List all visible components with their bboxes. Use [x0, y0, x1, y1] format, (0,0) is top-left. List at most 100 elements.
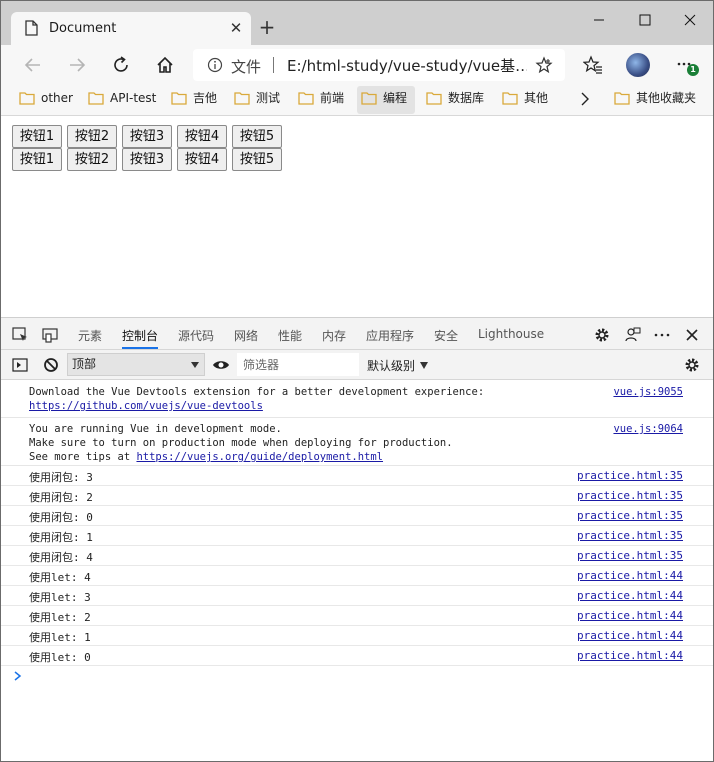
- bookmark-label: 编程: [383, 91, 408, 105]
- filter-input[interactable]: [237, 353, 359, 376]
- close-window-icon[interactable]: [680, 11, 700, 29]
- bookmark-folder-frontend[interactable]: 前端: [294, 86, 344, 114]
- button-1[interactable]: 按钮1: [12, 125, 62, 148]
- settings-gear-icon[interactable]: [593, 326, 611, 344]
- chevron-right-icon[interactable]: [579, 92, 591, 106]
- document-icon: [25, 20, 38, 36]
- log-levels-dropdown[interactable]: 默认级别: [367, 357, 429, 374]
- tab-network[interactable]: 网络: [234, 327, 258, 344]
- sidebar-toggle-icon[interactable]: [11, 356, 29, 374]
- tab-security[interactable]: 安全: [434, 327, 458, 344]
- device-emulation-icon[interactable]: [41, 326, 59, 344]
- log-text: 使用let: 1: [29, 631, 91, 644]
- favorites-icon[interactable]: [583, 55, 603, 75]
- tab-memory[interactable]: 内存: [322, 327, 346, 344]
- message-text: See more tips at: [29, 451, 137, 463]
- log-source-link[interactable]: practice.html:44: [577, 589, 683, 602]
- tab-strip: Document ✕ +: [1, 1, 713, 45]
- context-selector[interactable]: 顶部: [67, 353, 205, 376]
- log-text: 使用闭包: 2: [29, 491, 93, 504]
- more-options-icon[interactable]: [653, 326, 671, 344]
- message-source-link[interactable]: vue.js:9064: [613, 422, 683, 436]
- close-tab-icon[interactable]: ✕: [229, 20, 243, 36]
- button-3[interactable]: 按钮3: [122, 125, 172, 148]
- folder-icon: [234, 92, 250, 105]
- address-bar[interactable]: 文件 E:/html-study/vue-study/vue基…: [193, 49, 565, 81]
- bookmark-folder-api-test[interactable]: API-test: [84, 86, 156, 114]
- tab-console[interactable]: 控制台: [122, 327, 158, 344]
- tab-elements[interactable]: 元素: [78, 327, 102, 344]
- console-settings-gear-icon[interactable]: [683, 356, 701, 374]
- button-4[interactable]: 按钮4: [177, 148, 227, 171]
- refresh-icon[interactable]: [110, 54, 132, 76]
- log-source-link[interactable]: practice.html:44: [577, 569, 683, 582]
- minimize-icon[interactable]: [589, 11, 609, 29]
- url-text[interactable]: E:/html-study/vue-study/vue基…: [287, 55, 527, 76]
- button-4[interactable]: 按钮4: [177, 125, 227, 148]
- log-source-link[interactable]: practice.html:35: [577, 489, 683, 502]
- log-text: 使用闭包: 1: [29, 531, 93, 544]
- log-source-link[interactable]: practice.html:35: [577, 549, 683, 562]
- message-source-link[interactable]: vue.js:9055: [613, 385, 683, 399]
- new-tab-icon[interactable]: +: [258, 17, 276, 37]
- bookmark-folder-other[interactable]: other: [15, 86, 73, 114]
- info-icon[interactable]: [207, 57, 223, 73]
- log-text: 使用let: 2: [29, 611, 91, 624]
- tab-sources[interactable]: 源代码: [178, 327, 214, 344]
- log-source-link[interactable]: practice.html:44: [577, 629, 683, 642]
- inspect-element-icon[interactable]: [11, 326, 29, 344]
- home-icon[interactable]: [154, 54, 176, 76]
- log-source-link[interactable]: practice.html:35: [577, 469, 683, 482]
- folder-icon: [614, 92, 630, 105]
- tab-lighthouse[interactable]: Lighthouse: [478, 327, 544, 341]
- back-icon[interactable]: [22, 54, 44, 76]
- console-prompt-icon[interactable]: [13, 670, 23, 682]
- log-row: 使用let: 3 practice.html:44: [1, 586, 713, 606]
- close-devtools-icon[interactable]: [683, 326, 701, 344]
- log-levels-label: 默认级别: [367, 359, 416, 373]
- tab-application[interactable]: 应用程序: [366, 327, 414, 344]
- bookmark-folder-database[interactable]: 数据库: [422, 86, 484, 114]
- context-value: 顶部: [72, 357, 97, 371]
- update-badge: 1: [687, 64, 699, 76]
- bookmark-folder-others[interactable]: 其他: [498, 86, 548, 114]
- folder-icon: [502, 92, 518, 105]
- log-row: 使用let: 0 practice.html:44: [1, 646, 713, 666]
- log-source-link[interactable]: practice.html:44: [577, 649, 683, 662]
- console-output: Download the Vue Devtools extension for …: [1, 381, 713, 761]
- profile-avatar[interactable]: [626, 53, 650, 77]
- tab-document[interactable]: Document ✕: [11, 12, 251, 45]
- log-source-link[interactable]: practice.html:44: [577, 609, 683, 622]
- bookmark-folder-other-favorites[interactable]: 其他收藏夹: [610, 86, 696, 114]
- message-text: Download the Vue Devtools extension for …: [29, 386, 485, 398]
- scheme-label: 文件: [231, 58, 262, 76]
- add-favorite-star-icon[interactable]: [535, 56, 553, 74]
- message-link[interactable]: https://github.com/vuejs/vue-devtools: [29, 399, 263, 413]
- button-5[interactable]: 按钮5: [232, 148, 282, 171]
- log-source-link[interactable]: practice.html:35: [577, 509, 683, 522]
- button-2[interactable]: 按钮2: [67, 148, 117, 171]
- log-row: 使用let: 4 practice.html:44: [1, 566, 713, 586]
- feedback-icon[interactable]: [623, 326, 641, 344]
- button-2[interactable]: 按钮2: [67, 125, 117, 148]
- maximize-icon[interactable]: [635, 11, 655, 29]
- log-row: 使用闭包: 2 practice.html:35: [1, 486, 713, 506]
- button-5[interactable]: 按钮5: [232, 125, 282, 148]
- bookmark-folder-guitar[interactable]: 吉他: [167, 86, 217, 114]
- live-expression-eye-icon[interactable]: [212, 356, 230, 374]
- button-3[interactable]: 按钮3: [122, 148, 172, 171]
- caret-down-icon: [191, 362, 199, 368]
- caret-down-icon: [420, 362, 429, 369]
- bookmark-label: 数据库: [448, 91, 485, 105]
- forward-icon[interactable]: [66, 54, 88, 76]
- log-source-link[interactable]: practice.html:35: [577, 529, 683, 542]
- bookmark-folder-programming[interactable]: 编程: [357, 86, 415, 114]
- bookmark-label: other: [41, 91, 73, 105]
- message-link[interactable]: https://vuejs.org/guide/deployment.html: [136, 451, 383, 463]
- tab-performance[interactable]: 性能: [278, 327, 302, 344]
- log-text: 使用闭包: 3: [29, 471, 93, 484]
- clear-console-icon[interactable]: [42, 356, 60, 374]
- bookmark-label: API-test: [110, 91, 157, 105]
- button-1[interactable]: 按钮1: [12, 148, 62, 171]
- bookmark-folder-test[interactable]: 测试: [230, 86, 280, 114]
